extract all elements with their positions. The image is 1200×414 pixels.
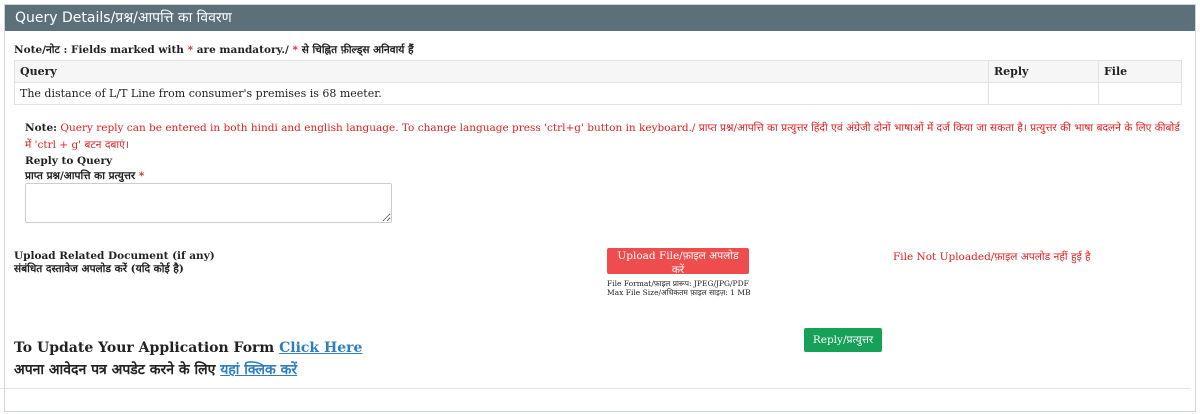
reply-label-en: Reply to Query [25, 155, 113, 167]
table-header-row: Query Reply File [14, 60, 1182, 83]
file-upload-status: File Not Uploaded/फ़ाइल अपलोड नहीं हुई ह… [893, 251, 1091, 263]
column-header-reply: Reply [988, 60, 1099, 83]
update-form-text-en: To Update Your Application Form [14, 340, 280, 356]
bottom-divider [0, 388, 1190, 389]
reply-label-hi-wrap: प्राप्त प्रश्न/आपत्ति का प्रत्युत्तर * [25, 169, 144, 184]
column-header-file: File [1098, 60, 1182, 83]
reply-cell [988, 82, 1099, 105]
upload-document-label: Upload Related Document (if any) संबंधित… [14, 250, 215, 276]
note-suffix: से चिह्नित फ़ील्ड्स अनिवार्य हैं [298, 44, 414, 56]
reply-textarea[interactable] [25, 183, 392, 223]
update-form-line-hi: अपना आवेदन पत्र अपडेट करने के लिए यहां क… [14, 360, 297, 379]
upload-file-button[interactable]: Upload File/फ़ाइल अपलोड करें [607, 248, 749, 276]
table-row: The distance of L/T Line from consumer's… [14, 82, 1182, 105]
reply-submit-button[interactable]: Reply/प्रत्युत्तर [804, 328, 882, 352]
click-here-link[interactable]: Click Here [279, 340, 362, 356]
required-star: * [138, 170, 145, 182]
file-cell [1098, 82, 1182, 105]
update-form-line-en: To Update Your Application Form Click He… [14, 340, 362, 356]
query-cell: The distance of L/T Line from consumer's… [14, 82, 989, 105]
file-format-info: File Format/फ़ाइल प्रारूप: JPEG/JPG/PDF … [607, 279, 751, 297]
upload-label-en: Upload Related Document (if any) [14, 250, 215, 262]
query-table: Query Reply File The distance of L/T Lin… [14, 60, 1182, 105]
language-note: Note: Query reply can be entered in both… [25, 120, 1185, 154]
panel-title: Query Details/प्रश्न/आपत्ति का विवरण [5, 5, 1195, 31]
reply-label-hi: प्राप्त प्रश्न/आपत्ति का प्रत्युत्तर [25, 170, 139, 182]
upload-label-hi: संबंधित दस्तावेज अपलोड करें (यदि कोई है) [14, 263, 184, 275]
note-middle: are mandatory./ [193, 44, 293, 56]
language-note-label: Note: [25, 122, 58, 134]
file-size-line: Max File Size/अधिकतम फ़ाइल साइज़: 1 MB [607, 288, 751, 297]
update-form-text-hi: अपना आवेदन पत्र अपडेट करने के लिए [14, 362, 221, 378]
file-format-line: File Format/फ़ाइल प्रारूप: JPEG/JPG/PDF [607, 279, 749, 288]
column-header-query: Query [14, 60, 989, 83]
note-prefix: Note/नोट : Fields marked with [14, 44, 188, 56]
language-note-text: Query reply can be entered in both hindi… [25, 122, 1180, 151]
click-here-link-hi[interactable]: यहां क्लिक करें [220, 362, 297, 378]
reply-label: Reply to Query प्राप्त प्रश्न/आपत्ति का … [25, 154, 144, 184]
mandatory-fields-note: Note/नोट : Fields marked with * are mand… [14, 43, 414, 57]
